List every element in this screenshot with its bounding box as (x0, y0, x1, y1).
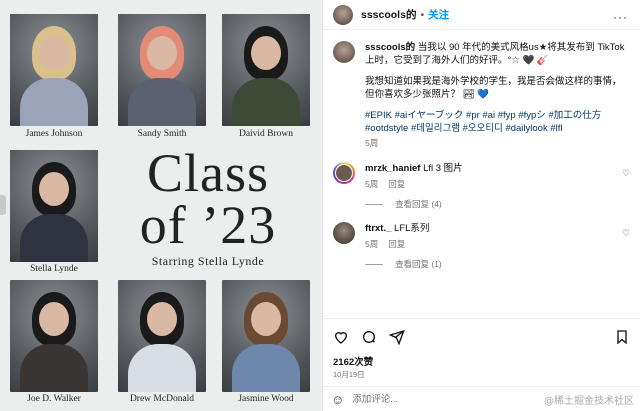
class-title: Class of ’23 Starring Stella Lynde (118, 143, 298, 269)
student-name-4: Stella Lynde (30, 264, 78, 274)
reply-button[interactable]: 回复 (388, 179, 405, 189)
reply-button[interactable]: 回复 (388, 239, 405, 249)
separator-dot: • (420, 8, 425, 21)
caption-time: 5周 (365, 138, 379, 148)
yearbook-photo-5 (10, 280, 98, 392)
yearbook-photo-1 (10, 14, 98, 126)
caption-hashtags[interactable]: #EPIK #aiイヤーブック #pr #ai #fyp #fypシ #加工の仕… (365, 109, 627, 135)
yearbook-photo-2 (118, 14, 206, 126)
commenter-avatar[interactable] (333, 162, 355, 184)
author-avatar[interactable] (333, 4, 353, 25)
post-header: ssscools的 • 关注 ··· (323, 0, 640, 30)
view-replies-button[interactable]: 查看回复 (4) (365, 198, 630, 210)
comment-item: mrzk_hanief Lfl 3 图片 5周 回复 ♡ (333, 162, 630, 191)
student-name-5: Joe D. Walker (27, 394, 81, 404)
commenter-username[interactable]: mrzk_hanief (365, 163, 420, 174)
post-image[interactable]: James Johnson Sandy Smith Daivid Brown S… (0, 0, 322, 411)
comment-input[interactable] (352, 393, 493, 405)
caption-body: ssscools的 当我以 90 年代的美式风格us★将其发布到 TikTok … (365, 41, 627, 150)
commenter-avatar[interactable] (333, 222, 355, 244)
previous-image-arrow[interactable] (0, 195, 6, 215)
like-heart-icon[interactable] (333, 329, 349, 345)
caption-text-2: 我想知道如果我是海外学校的学生，我是否会做这样的事情，但你喜欢多少张照片？ 🏞 … (365, 76, 622, 100)
yearbook-photo-3 (222, 14, 310, 126)
comment-time: 5周 (365, 179, 379, 189)
comment-text: Lfl 3 图片 (423, 163, 463, 174)
bookmark-icon[interactable] (614, 329, 630, 345)
post-caption: ssscools的 当我以 90 年代的美式风格us★将其发布到 TikTok … (333, 41, 630, 150)
yearbook-photo-4 (10, 150, 98, 262)
post-date: 10月19日 (333, 370, 365, 379)
watermark-text: @稀土掘金技术社区 (544, 396, 634, 407)
post-actions (323, 318, 640, 358)
student-name-3: Daivid Brown (238, 129, 294, 139)
emoji-icon[interactable]: ☺ (331, 392, 344, 407)
yearbook-photo-6 (118, 280, 206, 392)
caption-avatar[interactable] (333, 41, 355, 63)
student-name-2: Sandy Smith (137, 129, 187, 139)
student-name-6: Drew McDonald (129, 394, 195, 404)
class-title-line1: Class (146, 143, 270, 203)
comment-like-icon[interactable]: ♡ (622, 168, 630, 179)
student-name-7: Jasmine Wood (238, 394, 294, 404)
class-title-line2: of ’23 (139, 195, 277, 255)
like-count[interactable]: 2162次赞 (333, 354, 373, 368)
caption-username[interactable]: ssscools的 (365, 42, 415, 53)
comment-text: LFL系列 (394, 223, 430, 234)
comments-scroll-area[interactable]: ssscools的 当我以 90 年代的美式风格us★将其发布到 TikTok … (323, 31, 640, 311)
comment-icon[interactable] (361, 329, 377, 345)
comment-time: 5周 (365, 239, 379, 249)
comment-item: ftrxt._ LFL系列 5周 回复 ♡ (333, 222, 630, 251)
yearbook-photo-7 (222, 280, 310, 392)
author-username[interactable]: ssscools的 (361, 7, 416, 22)
class-subtitle: Starring Stella Lynde (151, 254, 265, 268)
comment-like-icon[interactable]: ♡ (622, 228, 630, 239)
more-options-icon[interactable]: ··· (613, 10, 628, 24)
follow-button[interactable]: 关注 (428, 7, 449, 22)
student-name-1: James Johnson (25, 129, 83, 139)
instagram-post-view: James Johnson Sandy Smith Daivid Brown S… (0, 0, 640, 411)
commenter-username[interactable]: ftrxt._ (365, 223, 391, 234)
view-replies-button[interactable]: 查看回复 (1) (365, 258, 630, 270)
post-panel: ssscools的 • 关注 ··· ssscools的 当我以 90 年代的美… (322, 0, 640, 411)
share-icon[interactable] (389, 329, 405, 345)
